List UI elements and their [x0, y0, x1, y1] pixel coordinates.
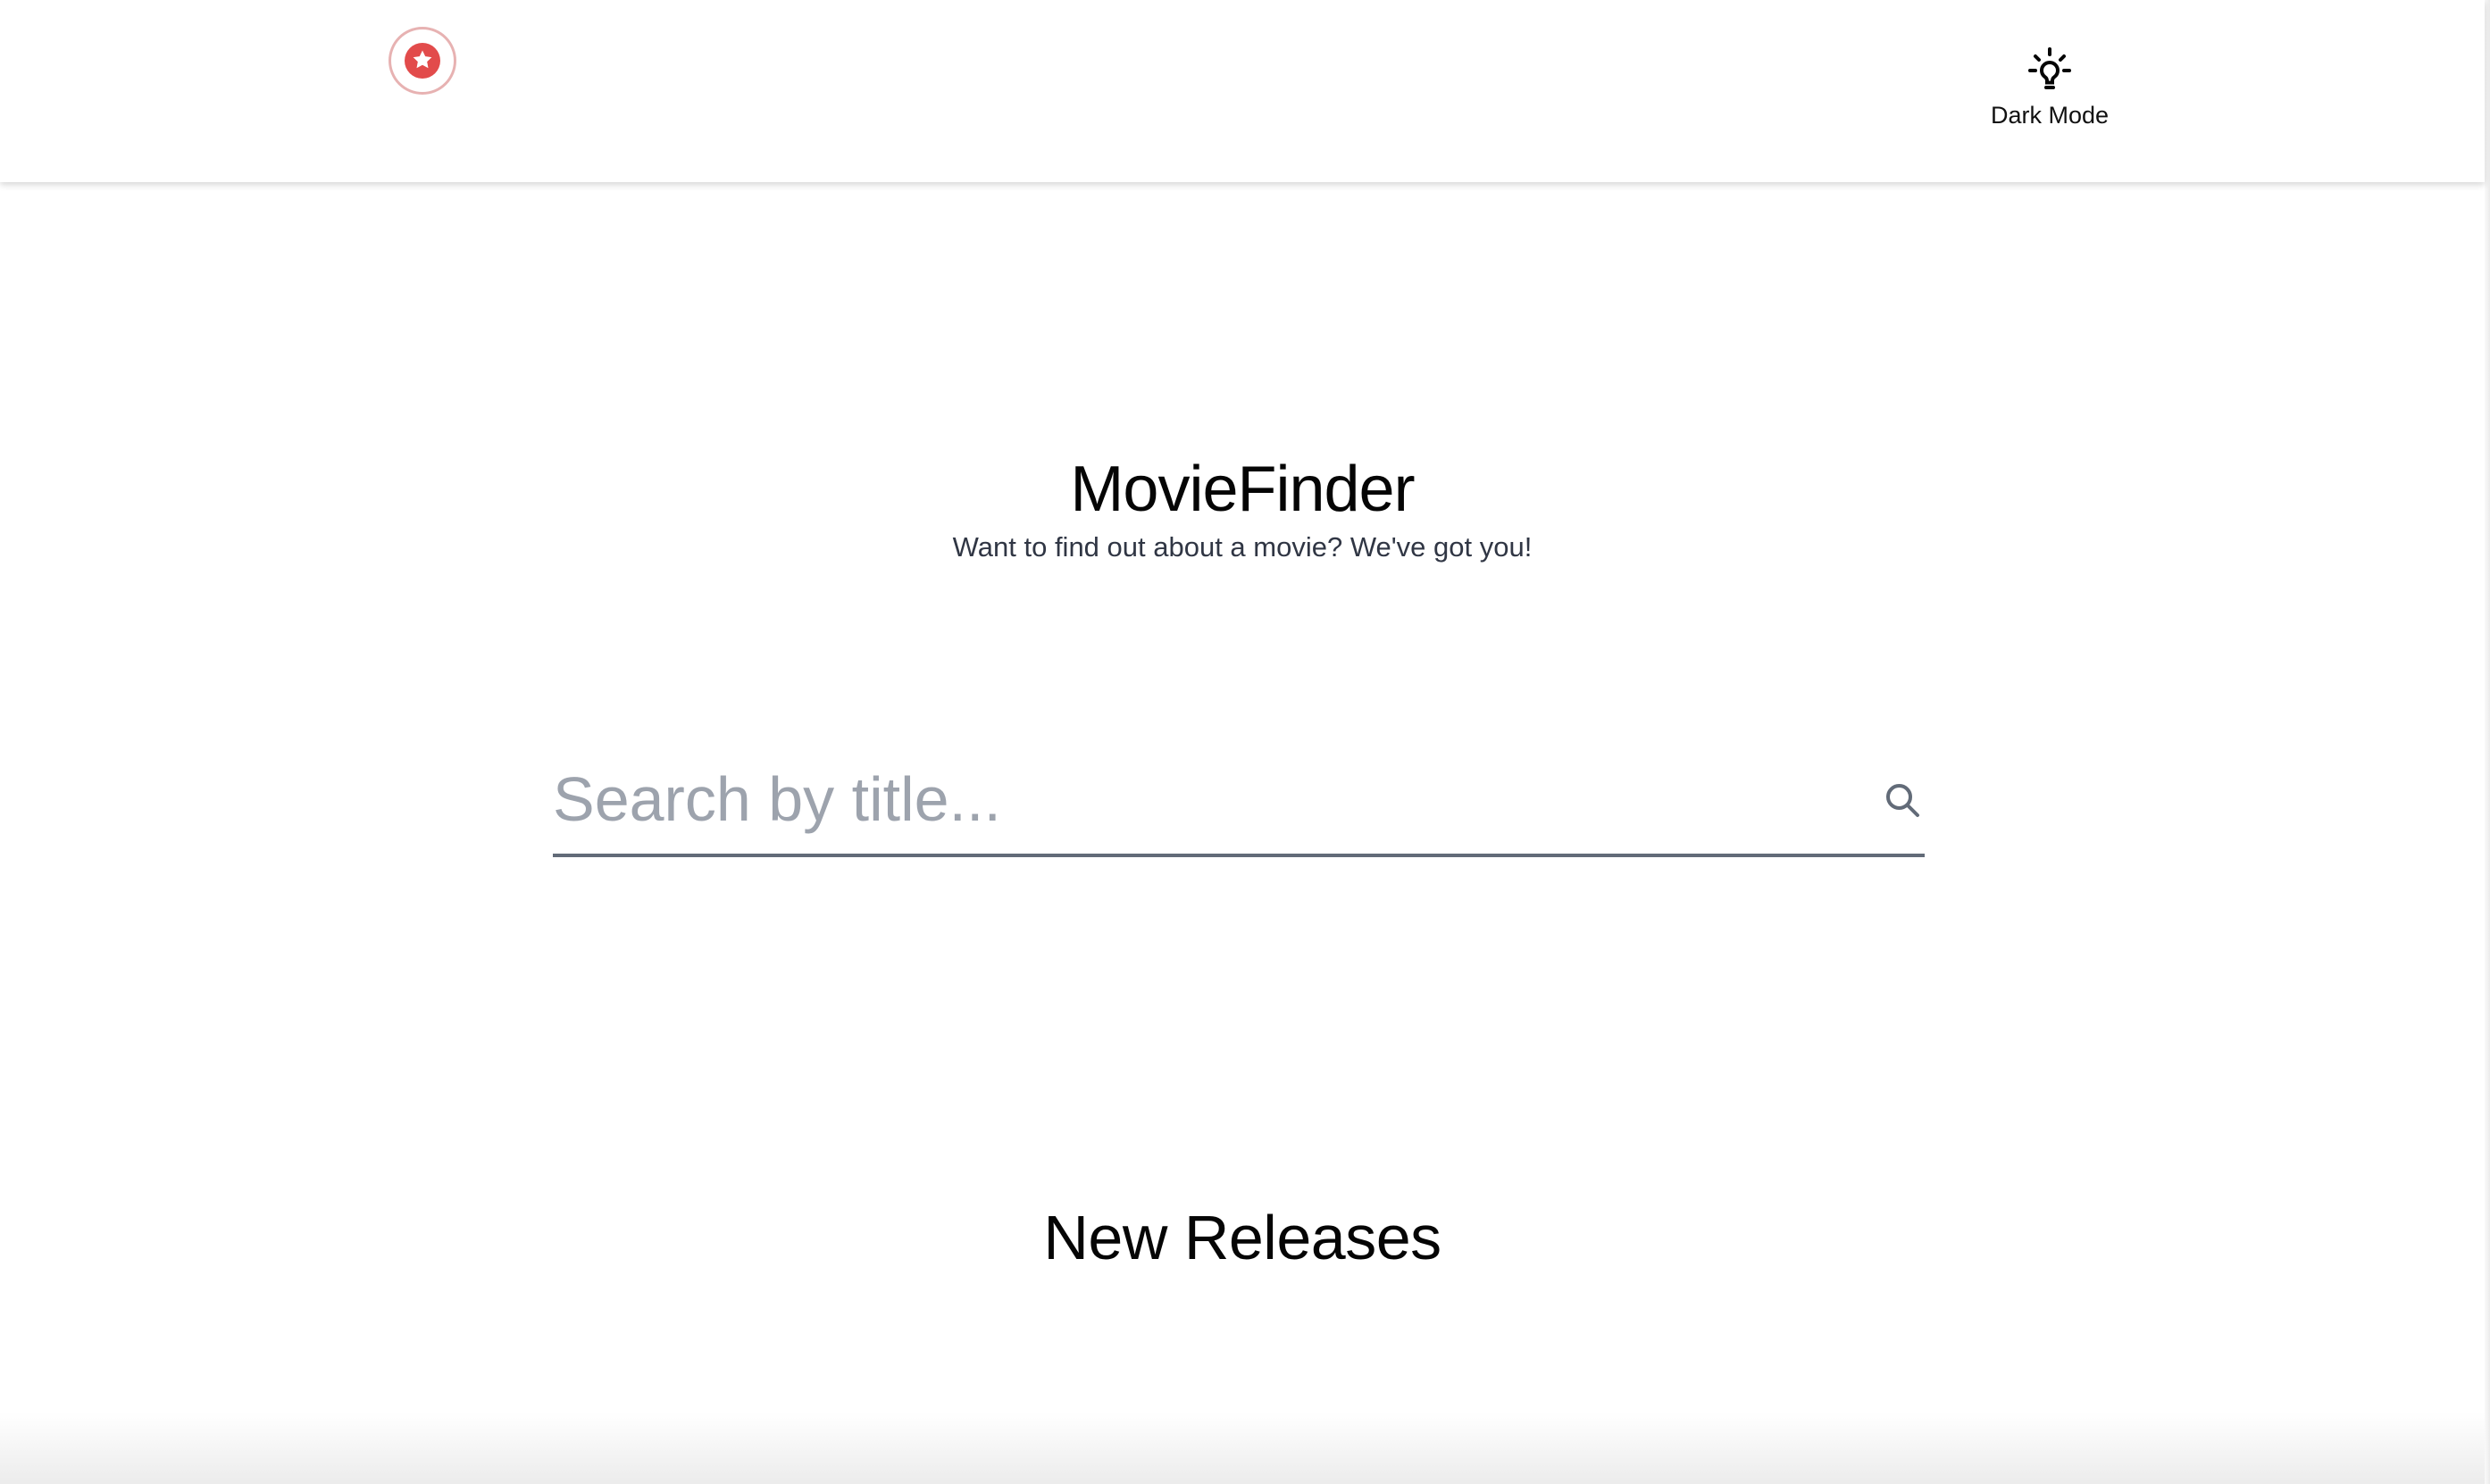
search-icon: [1882, 780, 1925, 822]
hero-section: MovieFinder Want to find out about a mov…: [0, 446, 2485, 565]
star-badge-icon: [404, 42, 441, 79]
search-input[interactable]: [553, 760, 1830, 838]
site-subtitle: Want to find out about a movie? We've go…: [952, 531, 1533, 563]
search-bar: [553, 742, 1925, 857]
dark-mode-label: Dark Mode: [1990, 102, 2110, 129]
moviefinder-page: Dark Mode MovieFinder Want to find out a…: [0, 0, 2490, 1484]
favorites-button[interactable]: [389, 27, 456, 95]
dark-mode-toggle[interactable]: Dark Mode: [1974, 45, 2126, 136]
bottom-content-fade: [0, 1413, 2485, 1484]
site-title: MovieFinder: [1070, 454, 1415, 525]
new-releases-heading: New Releases: [1043, 1203, 1441, 1272]
search-button[interactable]: [1882, 780, 1925, 822]
window-scroll-edge: [2485, 0, 2490, 1484]
top-navigation-bar: Dark Mode: [0, 0, 2485, 182]
lightbulb-icon: [2024, 45, 2076, 96]
